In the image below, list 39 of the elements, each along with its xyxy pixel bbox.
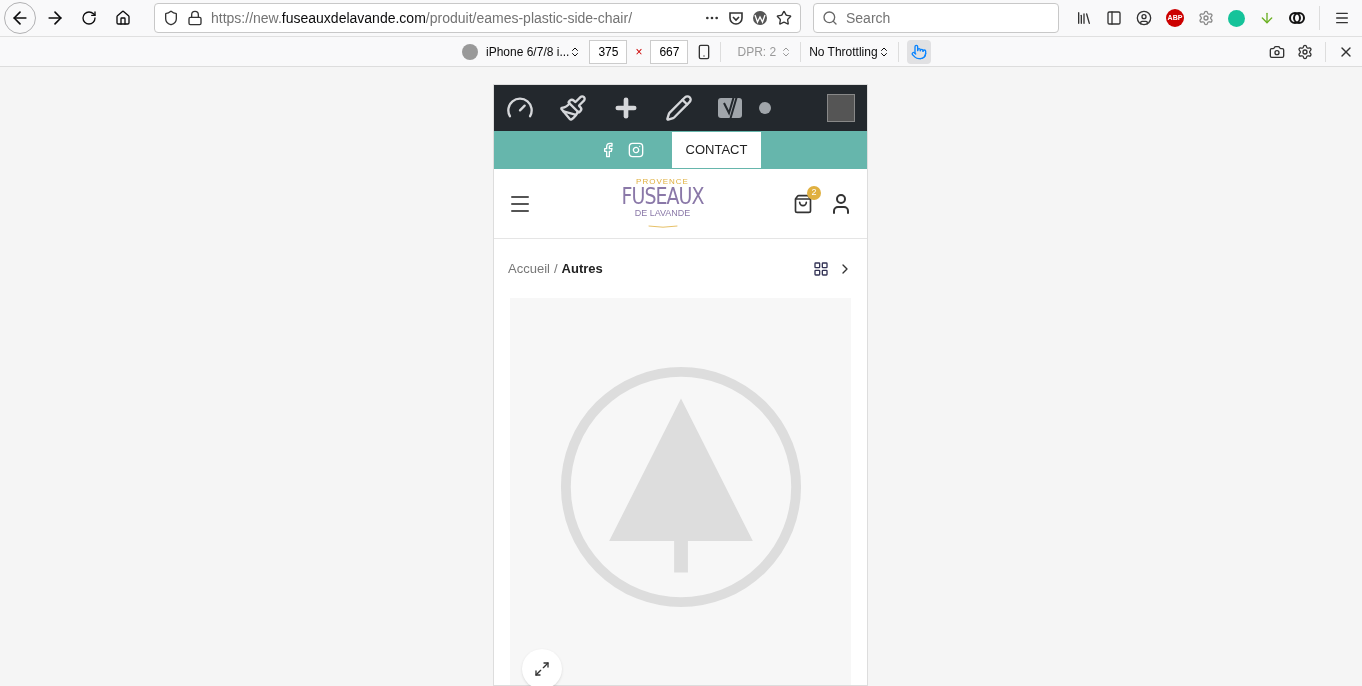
- device-select[interactable]: iPhone 6/7/8 i...: [486, 42, 582, 61]
- breadcrumb-current: Autres: [561, 259, 603, 278]
- account-icon[interactable]: [1136, 10, 1152, 26]
- logo-tagline: PROVENCE: [636, 177, 689, 186]
- menu-icon[interactable]: [1334, 10, 1350, 26]
- width-field[interactable]: 375: [589, 39, 628, 64]
- height-field[interactable]: 667: [650, 39, 689, 64]
- home-icon[interactable]: [115, 10, 131, 26]
- settings-icon[interactable]: [1297, 43, 1313, 60]
- camera-icon[interactable]: [1269, 43, 1285, 60]
- w-circle-icon[interactable]: [752, 10, 768, 26]
- pencil-icon[interactable]: [665, 94, 693, 122]
- lock-icon[interactable]: [187, 10, 203, 26]
- times-sign: ×: [635, 43, 643, 61]
- shield-icon[interactable]: [163, 10, 179, 26]
- star-icon[interactable]: [776, 10, 792, 26]
- search-icon: [822, 10, 838, 26]
- sidebar-icon[interactable]: [1106, 10, 1122, 26]
- library-icon[interactable]: [1076, 10, 1092, 26]
- zoom-button[interactable]: [522, 649, 562, 686]
- reload-icon[interactable]: [81, 10, 97, 26]
- logo-title: FUSEAUX: [621, 183, 704, 207]
- cart-icon[interactable]: [793, 193, 813, 214]
- pocket-icon[interactable]: [728, 10, 744, 26]
- touch-toggle[interactable]: [906, 39, 931, 64]
- search-field[interactable]: Search: [813, 3, 1059, 33]
- logo-subtitle: DE LAVANDE: [634, 208, 691, 218]
- contact-link[interactable]: CONTACT: [671, 132, 762, 168]
- url-bar[interactable]: https://new.fuseauxdelavande.com/produit/eames-plastic-side-chair/: [154, 3, 801, 33]
- brush-icon[interactable]: [559, 94, 587, 122]
- throttling-select[interactable]: No Throttling: [809, 42, 890, 61]
- linked-rings-icon[interactable]: [1289, 10, 1305, 26]
- expand-icon: [534, 661, 550, 677]
- grid-icon[interactable]: [813, 260, 829, 277]
- gear-icon[interactable]: [1198, 10, 1214, 26]
- breadcrumb-home[interactable]: Accueil: [508, 258, 550, 279]
- url-text: https://new.fuseauxdelavande.com/produit/eames-plastic-side-chair/: [211, 8, 633, 28]
- breadcrumb-separator: /: [553, 259, 558, 278]
- cart-count-badge: 2: [807, 185, 821, 200]
